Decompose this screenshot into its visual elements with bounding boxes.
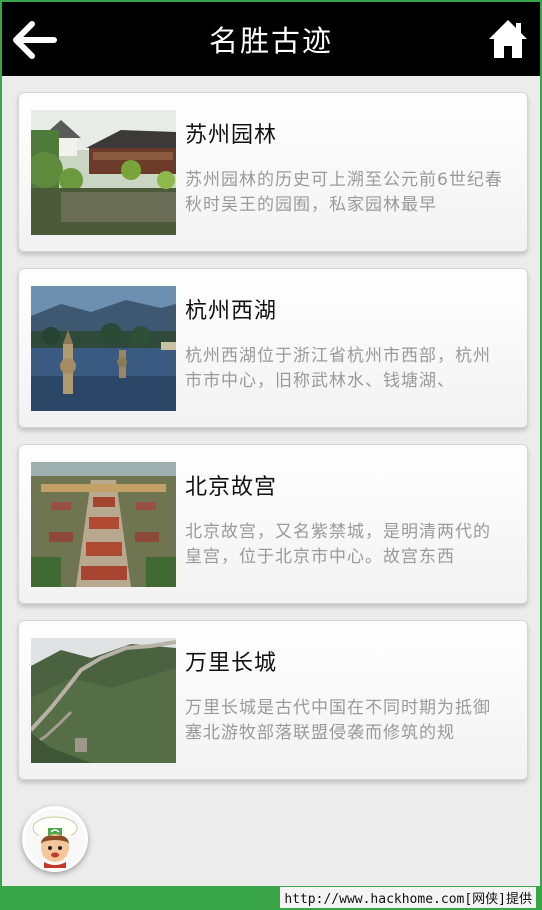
item-title: 万里长城	[185, 651, 278, 676]
suzhou-garden-photo	[31, 110, 176, 235]
app-screen: 名胜古迹 苏州园林 苏州园林的历史可上溯至公元前6世纪春秋时吴王的园囿，私家园林…	[0, 0, 542, 910]
item-description: 北京故宫，又名紫禁城，是明清两代的皇宫，位于北京市中心。故宫东西	[185, 522, 491, 567]
item-description: 杭州西湖位于浙江省杭州市西部，杭州市市中心，旧称武林水、钱塘湖、	[185, 346, 491, 391]
list-item[interactable]: 北京故宫 北京故宫，又名紫禁城，是明清两代的皇宫，位于北京市中心。故宫东西	[18, 444, 528, 604]
watermark-text: http://www.hackhome.com[网侠]提供	[280, 887, 536, 908]
footer-bar: http://www.hackhome.com[网侠]提供	[2, 886, 540, 910]
list-item[interactable]: 杭州西湖 杭州西湖位于浙江省杭州市西部，杭州市市中心，旧称武林水、钱塘湖、	[18, 268, 528, 428]
forbidden-city-photo	[31, 462, 176, 587]
item-title: 苏州园林	[185, 123, 278, 148]
title-bar: 名胜古迹	[2, 0, 540, 76]
home-button[interactable]	[488, 18, 528, 60]
item-title: 杭州西湖	[185, 299, 278, 324]
item-description: 苏州园林的历史可上溯至公元前6世纪春秋时吴王的园囿，私家园林最早	[185, 170, 503, 215]
list-item[interactable]: 苏州园林 苏州园林的历史可上溯至公元前6世纪春秋时吴王的园囿，私家园林最早	[18, 92, 528, 252]
great-wall-photo	[31, 638, 176, 763]
home-icon	[489, 20, 527, 58]
page-title: 名胜古迹	[208, 24, 333, 58]
list-item[interactable]: 万里长城 万里长城是古代中国在不同时期为抵御塞北游牧部落联盟侵袭而修筑的规	[18, 620, 528, 780]
item-description: 万里长城是古代中国在不同时期为抵御塞北游牧部落联盟侵袭而修筑的规	[185, 698, 491, 743]
chef-mascot-button[interactable]	[22, 806, 88, 872]
item-title: 北京故宫	[185, 475, 278, 500]
west-lake-photo	[31, 286, 176, 411]
scenic-list: 苏州园林 苏州园林的历史可上溯至公元前6世纪春秋时吴王的园囿，私家园林最早 杭州…	[18, 92, 528, 796]
chef-mascot-icon	[25, 809, 85, 869]
